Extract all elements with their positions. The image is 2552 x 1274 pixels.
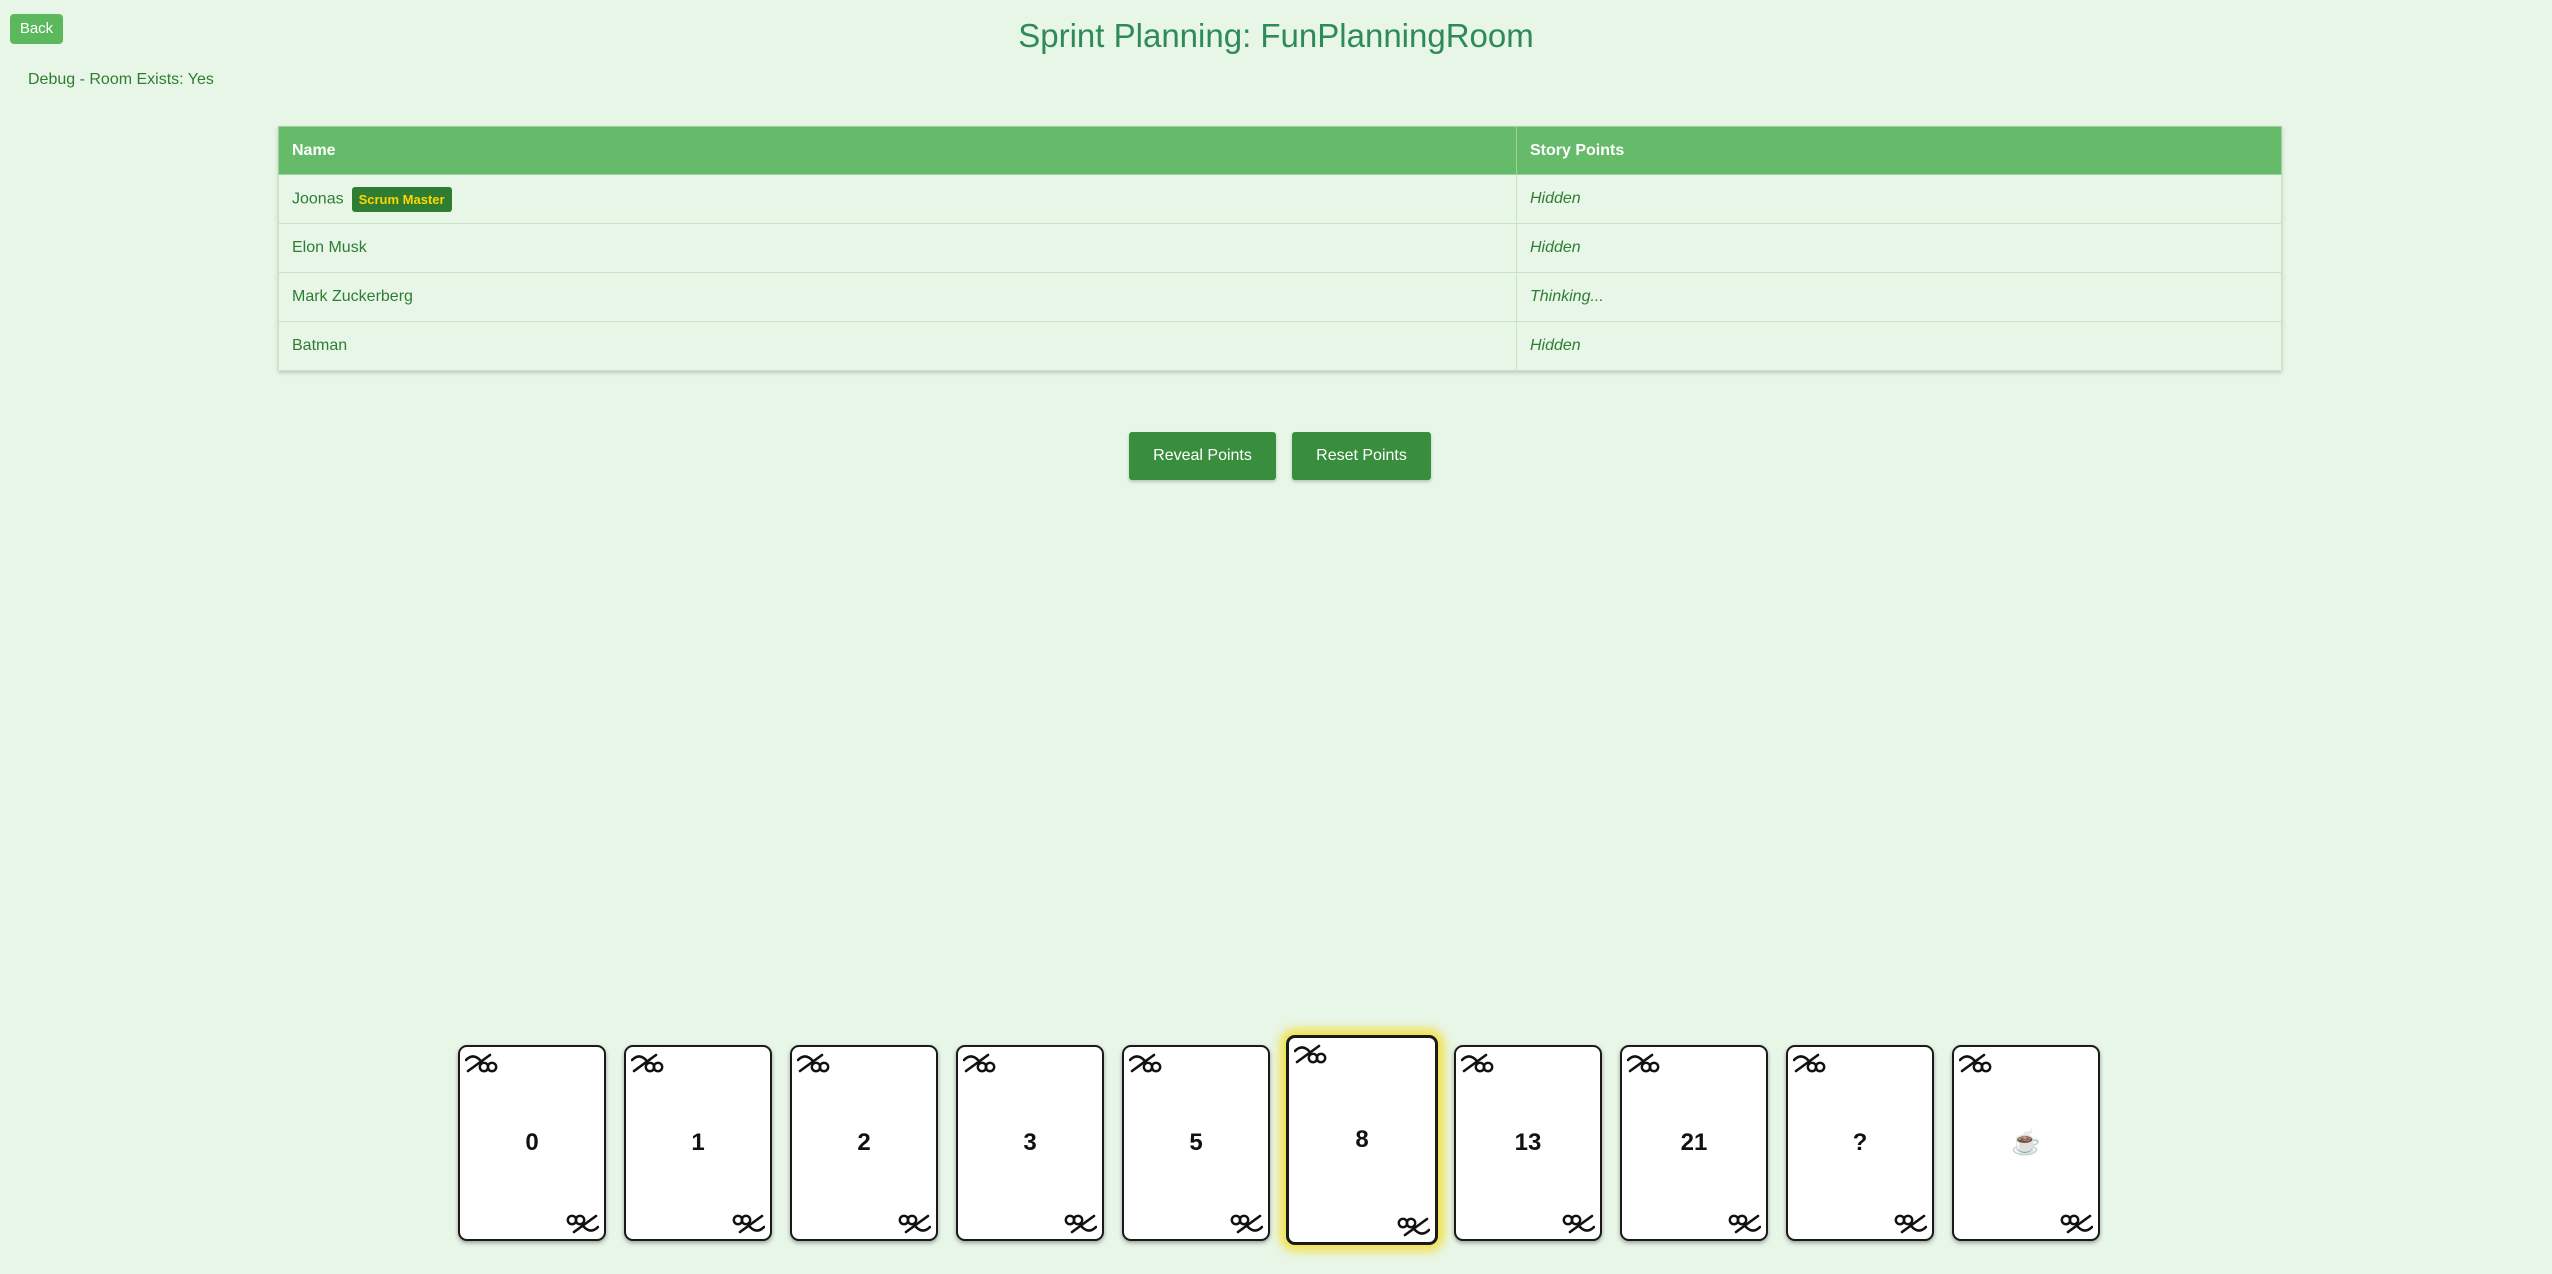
card-swirl-icon	[2059, 1213, 2094, 1235]
card-value: 21	[1680, 1129, 1708, 1156]
debug-status: Debug - Room Exists: Yes	[28, 71, 214, 88]
card-3[interactable]: 3	[956, 1045, 1104, 1241]
players-table: Name Story Points Joonas Scrum Master Hid…	[278, 126, 2282, 371]
player-name: Mark Zuckerberg	[278, 272, 1517, 322]
page-title: Sprint Planning: FunPlanningRoom	[1018, 17, 1534, 54]
card-value: ?	[1852, 1129, 1868, 1156]
card-21[interactable]: 21	[1620, 1045, 1768, 1241]
card-?[interactable]: ?	[1786, 1045, 1934, 1241]
card-swirl-icon	[1460, 1052, 1495, 1074]
card-value: 13	[1514, 1129, 1542, 1156]
player-name: Batman	[278, 321, 1517, 371]
player-name: Joonas	[292, 190, 344, 208]
card-8[interactable]: 8	[1286, 1035, 1438, 1245]
card-2[interactable]: 2	[790, 1045, 938, 1241]
table-row: Joonas Scrum Master Hidden	[278, 174, 2282, 224]
card-swirl-icon	[1626, 1052, 1661, 1074]
card-value: 8	[1355, 1126, 1369, 1153]
player-points: Hidden	[1516, 174, 2282, 224]
card-swirl-icon	[796, 1052, 831, 1074]
card-value: 0	[525, 1129, 539, 1156]
card-swirl-icon	[1792, 1052, 1827, 1074]
card-swirl-icon	[1958, 1052, 1993, 1074]
reveal-points-button[interactable]: Reveal Points	[1129, 432, 1276, 480]
card-swirl-icon	[1396, 1216, 1431, 1238]
card-swirl-icon	[1727, 1213, 1762, 1235]
card-1[interactable]: 1	[624, 1045, 772, 1241]
card-swirl-icon	[1128, 1052, 1163, 1074]
card-5[interactable]: 5	[1122, 1045, 1270, 1241]
card-swirl-icon	[1561, 1213, 1596, 1235]
card-value: 2	[857, 1129, 871, 1156]
card-swirl-icon	[464, 1052, 499, 1074]
player-points: Hidden	[1516, 223, 2282, 273]
role-badge: Scrum Master	[351, 186, 452, 212]
player-points: Thinking...	[1516, 272, 2282, 322]
table-row: Batman Hidden	[278, 321, 2282, 371]
card-☕[interactable]: ☕	[1952, 1045, 2100, 1241]
card-value: ☕	[2011, 1129, 2041, 1157]
card-value: 3	[1023, 1129, 1037, 1156]
table-row: Elon Musk Hidden	[278, 223, 2282, 273]
card-swirl-icon	[962, 1052, 997, 1074]
player-name: Elon Musk	[278, 223, 1517, 273]
card-swirl-icon	[897, 1213, 932, 1235]
card-value: 1	[691, 1129, 705, 1156]
table-row: Mark Zuckerberg Thinking...	[278, 272, 2282, 322]
column-header-story-points: Story Points	[1516, 126, 2282, 175]
card-swirl-icon	[565, 1213, 600, 1235]
card-swirl-icon	[1293, 1043, 1328, 1065]
card-swirl-icon	[731, 1213, 766, 1235]
player-name-cell: Joonas Scrum Master	[278, 174, 1517, 224]
reset-points-button[interactable]: Reset Points	[1292, 432, 1431, 480]
card-swirl-icon	[630, 1052, 665, 1074]
card-swirl-icon	[1229, 1213, 1264, 1235]
card-swirl-icon	[1063, 1213, 1098, 1235]
player-points: Hidden	[1516, 321, 2282, 371]
card-0[interactable]: 0	[458, 1045, 606, 1241]
card-swirl-icon	[1893, 1213, 1928, 1235]
card-value: 5	[1189, 1129, 1203, 1156]
table-header-row: Name Story Points	[278, 126, 2282, 175]
column-header-name: Name	[278, 126, 1517, 175]
card-13[interactable]: 13	[1454, 1045, 1602, 1241]
